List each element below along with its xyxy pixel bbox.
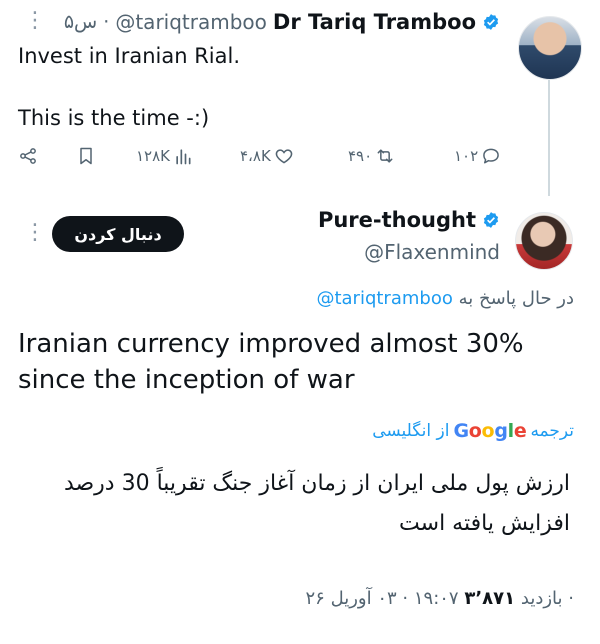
thread-connector-line xyxy=(548,80,550,196)
retweet-icon xyxy=(377,149,393,163)
share-button[interactable] xyxy=(18,146,38,166)
tweet-header: ۵س · @tariqtramboo Dr Tariq Tramboo xyxy=(64,10,500,34)
tweet-meta: بازدید ۳٬۸۷۱ ۱۹:۰۷ · ۰۳ آوریل ۲۶ · xyxy=(306,588,574,609)
views-count: ۳٬۸۷۱ xyxy=(464,588,516,609)
tweet-text-line: This is the time -:) xyxy=(18,106,210,130)
author-handle[interactable]: @tariqtramboo xyxy=(115,10,267,34)
tweet-actions: ۱۲۸K ۴،۸K ۴۹۰ ۱۰۲ xyxy=(18,146,500,176)
views-count: ۱۲۸K xyxy=(136,147,171,165)
verified-badge-icon xyxy=(483,14,499,30)
reply-icon xyxy=(483,148,500,164)
share-icon xyxy=(20,148,36,164)
translate-link[interactable]: از انگلیسی Google ترجمه xyxy=(372,420,574,442)
tweet-timestamp: ۵س · xyxy=(63,11,110,33)
verified-badge-icon xyxy=(483,212,499,228)
bookmark-icon xyxy=(80,147,92,165)
analytics-icon xyxy=(176,149,191,165)
reply-prefix: در حال پاسخ به xyxy=(458,288,574,309)
heart-icon xyxy=(275,149,293,164)
author-name-row: Pure-thought xyxy=(318,208,500,232)
more-options-icon[interactable]: ⋮ xyxy=(24,222,46,244)
author-handle[interactable]: @Flaxenmind xyxy=(364,240,500,264)
follow-button[interactable]: دنبال کردن xyxy=(52,216,184,252)
avatar[interactable] xyxy=(518,16,582,80)
replies-count: ۱۰۲ xyxy=(454,147,479,165)
retweet-button[interactable]: ۴۹۰ xyxy=(348,146,395,166)
bookmark-button[interactable] xyxy=(76,146,96,166)
likes-count: ۴،۸K xyxy=(240,147,271,165)
author-name[interactable]: Dr Tariq Tramboo xyxy=(273,10,476,34)
translated-text: ارزش پول ملی ایران از زمان آغاز جنگ تقری… xyxy=(63,471,570,536)
views-label: بازدید xyxy=(520,588,563,609)
like-button[interactable]: ۴،۸K xyxy=(240,146,294,166)
translate-source: از انگلیسی xyxy=(372,421,450,441)
google-logo: Google xyxy=(453,420,527,442)
retweets-count: ۴۹۰ xyxy=(348,147,373,165)
translate-label: ترجمه xyxy=(530,421,574,441)
reply-mention-link[interactable]: @tariqtramboo xyxy=(316,288,452,309)
views-button[interactable]: ۱۲۸K xyxy=(136,146,193,166)
author-name[interactable]: Pure-thought xyxy=(318,208,476,232)
avatar[interactable] xyxy=(515,212,573,270)
replying-to: @tariqtramboo در حال پاسخ به xyxy=(316,288,574,309)
tweet-text: Iranian currency improved almost 30% sin… xyxy=(18,329,524,395)
reply-button[interactable]: ۱۰۲ xyxy=(454,146,501,166)
more-options-icon[interactable]: ⋮ xyxy=(24,10,46,32)
tweet-text-line: Invest in Iranian Rial. xyxy=(18,44,241,68)
